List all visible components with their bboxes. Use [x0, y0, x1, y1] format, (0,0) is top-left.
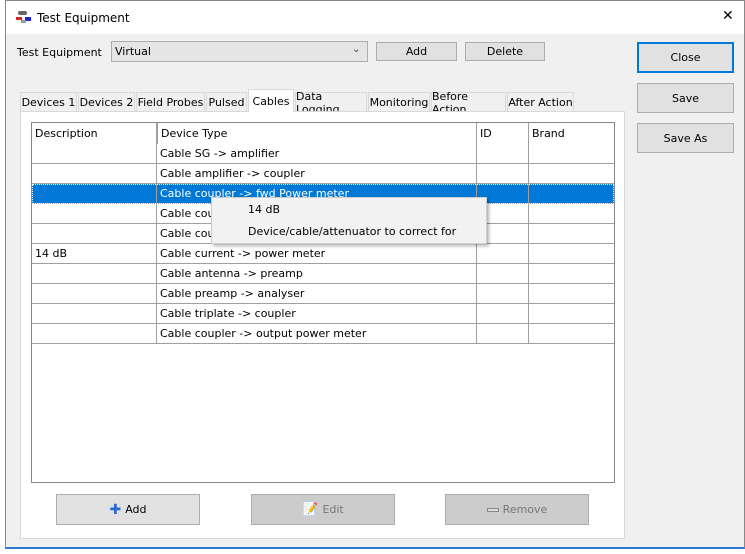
cell-brand[interactable] [529, 164, 614, 184]
table-row[interactable]: Cable coupler -> output power meter [32, 324, 614, 344]
cell-brand[interactable] [529, 204, 614, 224]
cell-description[interactable]: 14 dB [32, 244, 157, 264]
context-menu-item-correct-for[interactable]: Device/cable/attenuator to correct for [248, 225, 456, 238]
cell-id[interactable] [477, 244, 529, 264]
test-equipment-combo[interactable]: Virtual ⌄ [111, 41, 368, 62]
close-button[interactable]: Close [637, 42, 734, 73]
cell-device-type[interactable]: Cable antenna -> preamp [157, 264, 477, 284]
add-row-label: Add [125, 503, 147, 516]
cell-id[interactable] [477, 264, 529, 284]
cell-description[interactable] [32, 164, 157, 184]
tab-devices-1[interactable]: Devices 1 [20, 92, 77, 112]
tab-monitoring[interactable]: Monitoring [368, 92, 430, 112]
tab-field-probes[interactable]: Field Probes [136, 92, 205, 112]
cables-grid[interactable]: Description Device Type ID Brand Cable S… [31, 122, 615, 483]
add-equipment-button[interactable]: Add [376, 42, 457, 61]
remove-row-button[interactable]: Remove [445, 494, 589, 525]
column-header-device-type[interactable]: Device Type [157, 123, 477, 144]
cell-description[interactable] [32, 224, 157, 244]
edit-row-label: Edit [322, 503, 344, 516]
test-equipment-window: Test Equipment ✕ Test Equipment Virtual … [5, 0, 745, 549]
table-row[interactable]: Cable preamp -> analyser [32, 284, 614, 304]
app-icon [16, 10, 32, 24]
tab-after-action[interactable]: After Action [507, 92, 574, 112]
delete-equipment-button[interactable]: Delete [465, 42, 545, 61]
cell-brand[interactable] [529, 184, 614, 204]
tab-devices-2[interactable]: Devices 2 [78, 92, 135, 112]
cell-id[interactable] [477, 284, 529, 304]
edit-row-button[interactable]: 📝 Edit [251, 494, 395, 525]
cell-device-type[interactable]: Cable triplate -> coupler [157, 304, 477, 324]
cell-description[interactable] [32, 204, 157, 224]
close-icon[interactable]: ✕ [722, 8, 734, 24]
chevron-down-icon: ⌄ [352, 44, 361, 55]
column-header-description[interactable]: Description [32, 123, 157, 144]
tab-cables[interactable]: Cables [248, 89, 294, 112]
add-row-button[interactable]: ✚ Add [56, 494, 200, 525]
title-bar: Test Equipment ✕ [6, 1, 744, 34]
save-button[interactable]: Save [637, 83, 734, 113]
remove-row-label: Remove [502, 503, 548, 516]
table-row[interactable]: Cable amplifier -> coupler [32, 164, 614, 184]
window-title: Test Equipment [37, 11, 130, 25]
table-row[interactable]: Cable SG -> amplifier [32, 144, 614, 164]
cell-brand[interactable] [529, 304, 614, 324]
minus-icon [486, 507, 499, 512]
table-row[interactable]: Cable antenna -> preamp [32, 264, 614, 284]
context-menu: 14 dB Device/cable/attenuator to correct… [211, 197, 487, 244]
tab-pulsed[interactable]: Pulsed [206, 92, 247, 112]
plus-icon: ✚ [109, 501, 122, 518]
tab-before-action[interactable]: Before Action [431, 90, 506, 116]
cell-description[interactable] [32, 324, 157, 344]
grid-header: Description Device Type ID Brand [32, 123, 614, 144]
cell-description[interactable] [32, 304, 157, 324]
cell-device-type[interactable]: Cable preamp -> analyser [157, 284, 477, 304]
cell-device-type[interactable]: Cable SG -> amplifier [157, 144, 477, 164]
cell-brand[interactable] [529, 264, 614, 284]
cell-id[interactable] [477, 304, 529, 324]
test-equipment-label: Test Equipment [17, 46, 102, 59]
cell-device-type[interactable]: Cable amplifier -> coupler [157, 164, 477, 184]
column-header-id[interactable]: ID [477, 123, 529, 144]
tab-data-logging[interactable]: Data Logging [295, 90, 367, 116]
table-row[interactable]: 14 dB Cable current -> power meter [32, 244, 614, 264]
cell-id[interactable] [477, 164, 529, 184]
context-menu-item-14db[interactable]: 14 dB [248, 203, 280, 216]
cell-brand[interactable] [529, 324, 614, 344]
cell-brand[interactable] [529, 144, 614, 164]
combo-value: Virtual [115, 45, 151, 58]
cell-id[interactable] [477, 324, 529, 344]
table-row[interactable]: Cable triplate -> coupler [32, 304, 614, 324]
cell-description[interactable] [32, 264, 157, 284]
save-as-button[interactable]: Save As [637, 123, 734, 153]
cell-description[interactable] [32, 184, 157, 204]
edit-icon: 📝 [302, 502, 319, 517]
cell-brand[interactable] [529, 224, 614, 244]
cell-device-type[interactable]: Cable current -> power meter [157, 244, 477, 264]
cell-brand[interactable] [529, 284, 614, 304]
cell-id[interactable] [477, 144, 529, 164]
cell-brand[interactable] [529, 244, 614, 264]
cell-description[interactable] [32, 144, 157, 164]
cell-device-type[interactable]: Cable coupler -> output power meter [157, 324, 477, 344]
column-header-brand[interactable]: Brand [529, 123, 614, 144]
cell-description[interactable] [32, 284, 157, 304]
